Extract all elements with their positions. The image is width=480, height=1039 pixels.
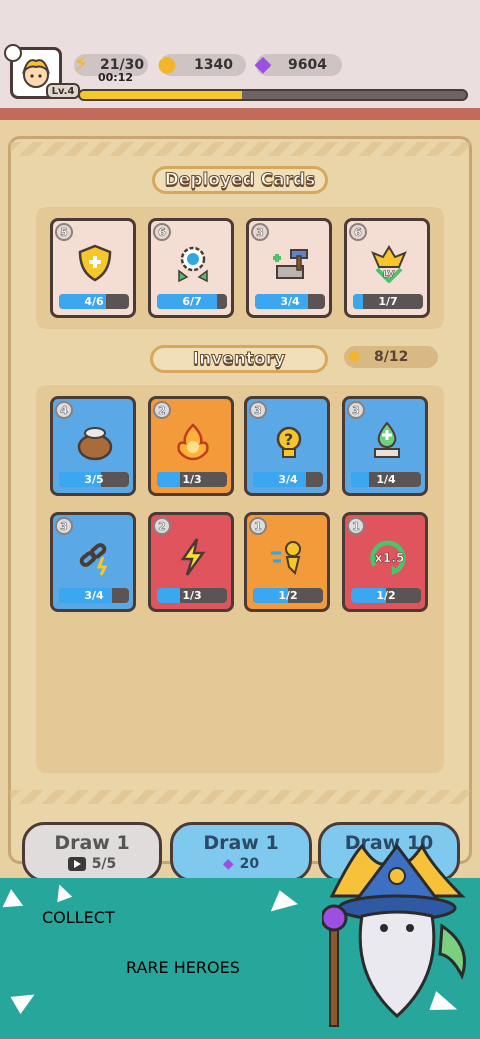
- inventory-title: Inventory: [150, 345, 328, 373]
- banner-line-2: RARE HEROES: [126, 958, 240, 977]
- level-up-hero-icon: LV: [369, 241, 409, 285]
- card-cost: 3: [251, 223, 269, 241]
- deployed-cards-title: Deployed Cards: [152, 166, 328, 194]
- draw-1-gem-label: Draw 1: [203, 832, 279, 854]
- card-progress-bar: 1/2: [253, 588, 323, 603]
- card-progress-bar: 3/5: [59, 472, 129, 487]
- inventory-card[interactable]: 3 3/4: [50, 512, 136, 612]
- gem-icon: ◆: [222, 856, 234, 872]
- bottom-zigzag: [10, 790, 470, 804]
- video-icon: [67, 857, 86, 871]
- card-cost: 6: [153, 223, 171, 241]
- inventory-count: ✹ 8/12: [344, 346, 438, 368]
- deployed-card[interactable]: 6 6/7: [148, 218, 234, 318]
- gem-counter[interactable]: ◆ 9604: [255, 52, 342, 77]
- draw-1-video-button[interactable]: Draw 1 5/5: [22, 822, 162, 882]
- inventory-count-value: 8/12: [374, 349, 409, 365]
- deployed-card[interactable]: 5 4/6: [50, 218, 136, 318]
- card-progress-text: 1/2: [376, 589, 396, 602]
- svg-text:?: ?: [284, 430, 293, 449]
- player-level: Lv.4: [46, 83, 80, 99]
- purple-gem-icon: ◆: [254, 51, 272, 77]
- card-progress-text: 1/3: [182, 589, 202, 602]
- xp-bar-fill: [80, 91, 243, 99]
- energy-timer: 00:12: [98, 71, 134, 84]
- upgrade-potion-icon: [367, 419, 407, 463]
- card-progress-text: 4/6: [84, 295, 104, 308]
- inventory-card[interactable]: 4 3/5: [50, 396, 136, 496]
- inventory-card[interactable]: 2 1/3: [148, 396, 234, 496]
- card-cost: 1: [249, 517, 267, 535]
- speed-x15-icon: x1.5: [367, 535, 407, 579]
- card-progress-bar: 1/7: [353, 294, 423, 309]
- card-cost: 3: [249, 401, 267, 419]
- card-progress-bar: 1/2: [351, 588, 421, 603]
- lightning-icon: ⚡: [73, 51, 89, 77]
- card-progress-text: 1/2: [278, 589, 298, 602]
- gear-arrows-icon: [173, 241, 213, 285]
- inventory-card[interactable]: 2 1/3: [148, 512, 234, 612]
- draw-gem-cost: 20: [239, 856, 260, 872]
- deployed-card[interactable]: 6 LV 1/7: [344, 218, 430, 318]
- inventory-card[interactable]: 1 x1.5 1/2: [342, 512, 428, 612]
- card-progress-bar: 3/4: [59, 588, 129, 603]
- fire-hero-icon: [173, 419, 213, 463]
- wizard-hero-icon: [322, 843, 466, 1027]
- shield-plus-icon: [75, 241, 115, 285]
- card-progress-text: 1/7: [378, 295, 398, 308]
- gold-value: 1340: [194, 57, 233, 73]
- card-progress-text: 1/3: [182, 473, 202, 486]
- card-progress-bar: 3/4: [253, 472, 323, 487]
- draw-1-label: Draw 1: [54, 832, 130, 854]
- card-progress-text: 1/4: [376, 473, 396, 486]
- card-progress-bar: 6/7: [157, 294, 227, 309]
- card-cost: 5: [55, 223, 73, 241]
- card-cost: 3: [347, 401, 365, 419]
- video-draw-count: 5/5: [91, 856, 117, 872]
- card-progress-bar: 1/4: [351, 472, 421, 487]
- card-cost: 6: [349, 223, 367, 241]
- card-progress-text: 3/4: [280, 295, 300, 308]
- banner-line-1: COLLECT: [42, 908, 115, 927]
- card-progress-text: 3/4: [84, 589, 104, 602]
- gold-coin-icon: ●: [157, 51, 177, 77]
- settings-gear-icon[interactable]: [4, 44, 22, 62]
- card-cost: 2: [153, 401, 171, 419]
- svg-text:LV: LV: [383, 270, 394, 280]
- card-progress-text: 6/7: [182, 295, 202, 308]
- svg-text:x1.5: x1.5: [375, 551, 405, 565]
- card-progress-bar: 1/3: [157, 472, 227, 487]
- mystery-hero-icon: ?: [269, 419, 309, 463]
- card-progress-bar: 3/4: [255, 294, 325, 309]
- card-cost: 3: [55, 517, 73, 535]
- lightning-icon: [173, 535, 213, 579]
- card-progress-bar: 1/3: [157, 588, 227, 603]
- inventory-card[interactable]: 3? 3/4: [244, 396, 330, 496]
- xp-bar: [78, 89, 468, 101]
- card-progress-text: 3/4: [278, 473, 298, 486]
- gem-value: 9604: [288, 57, 327, 73]
- card-progress-text: 3/5: [84, 473, 104, 486]
- card-cost: 1: [347, 517, 365, 535]
- deployed-card[interactable]: 3 3/4: [246, 218, 332, 318]
- chain-lightning-icon: [75, 535, 115, 579]
- hammer-anvil-icon: [271, 241, 311, 285]
- top-zigzag: [10, 142, 470, 156]
- dash-hero-icon: [269, 535, 309, 579]
- card-cost: 2: [153, 517, 171, 535]
- inventory-card[interactable]: 3 1/4: [342, 396, 428, 496]
- money-bag-icon: [75, 419, 115, 463]
- gold-counter[interactable]: ● 1340: [157, 52, 246, 77]
- card-cost: 4: [55, 401, 73, 419]
- draw-1-gem-button[interactable]: Draw 1 ◆ 20: [170, 822, 312, 882]
- inventory-card[interactable]: 1 1/2: [244, 512, 330, 612]
- card-progress-bar: 4/6: [59, 294, 129, 309]
- sun-coin-icon: ✹: [346, 346, 362, 368]
